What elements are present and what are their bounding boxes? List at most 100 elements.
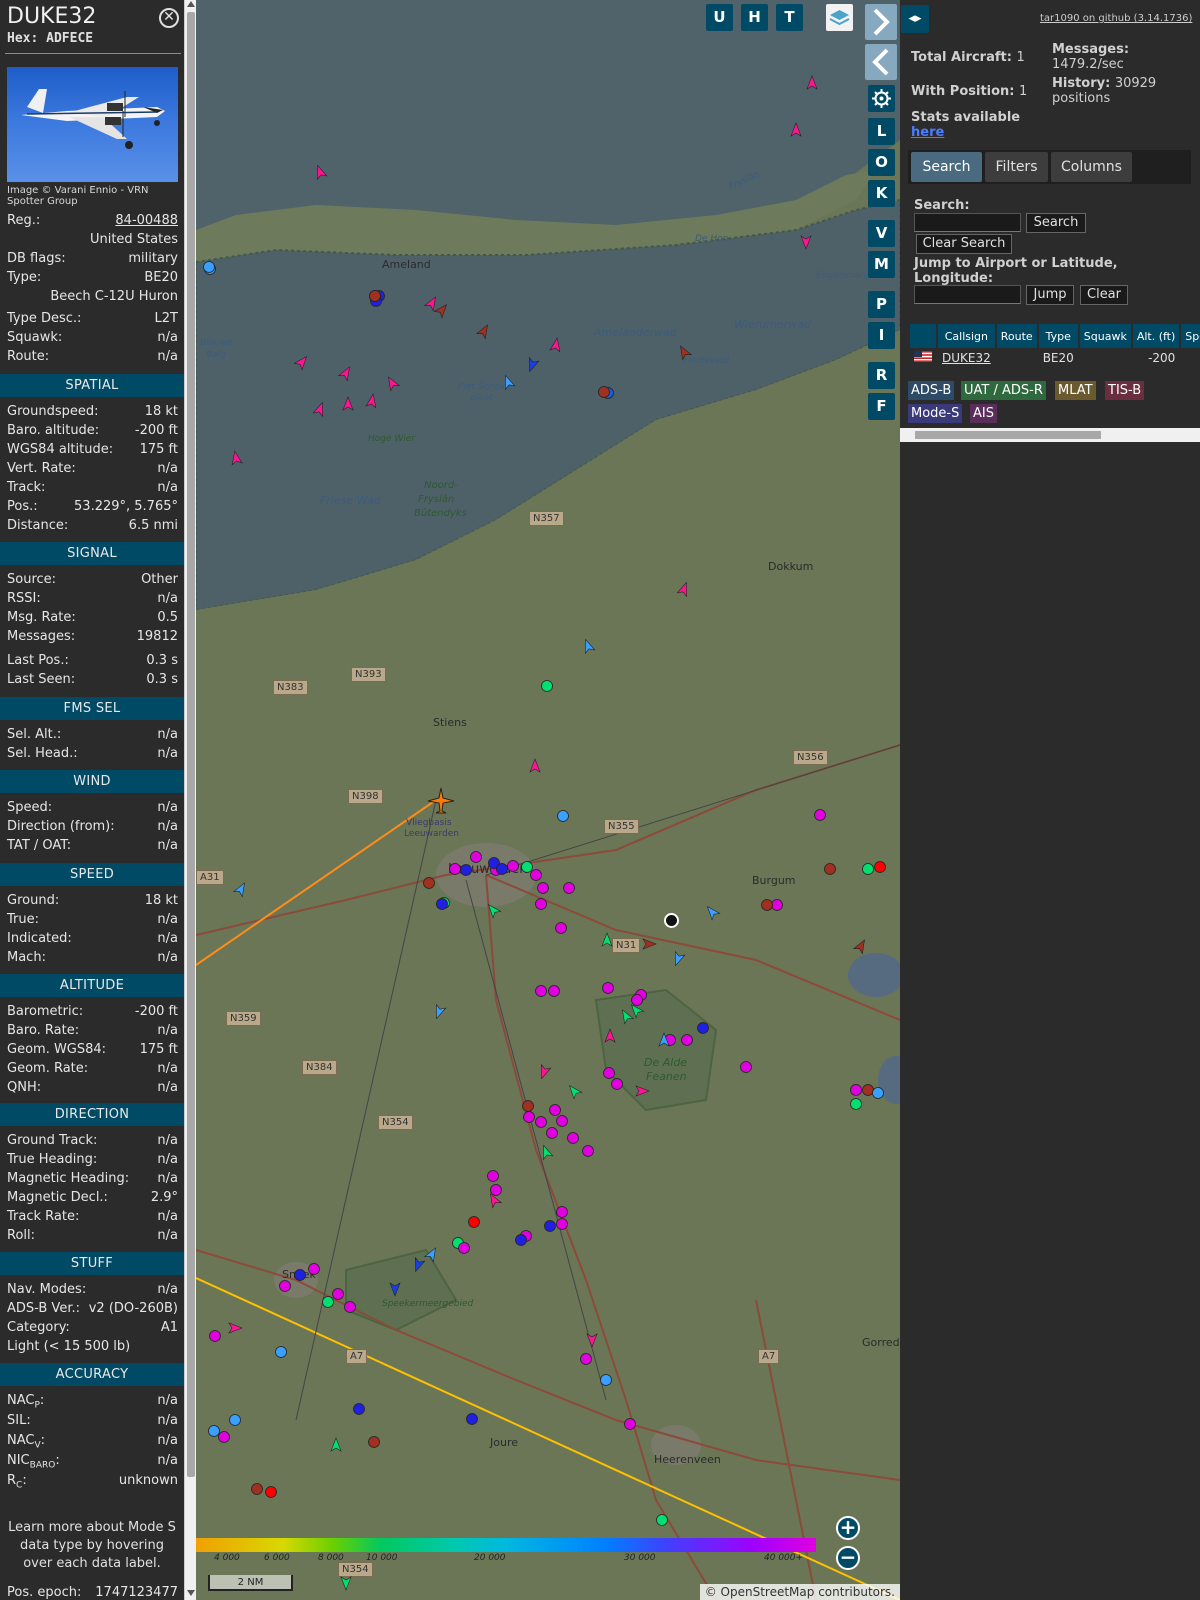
aircraft-marker-icon[interactable] (496, 863, 508, 875)
aircraft-arrow-icon[interactable] (230, 450, 243, 466)
aircraft-arrow-icon[interactable] (704, 903, 721, 921)
aircraft-markers-layer[interactable] (196, 0, 900, 1600)
aircraft-marker-icon[interactable] (598, 386, 610, 398)
aircraft-marker-icon[interactable] (487, 1170, 499, 1182)
aircraft-marker-icon[interactable] (322, 1296, 334, 1308)
aircraft-marker-icon[interactable] (850, 1084, 862, 1096)
aircraft-marker-icon[interactable] (449, 863, 461, 875)
toggle-r-button[interactable]: R (868, 362, 895, 389)
aircraft-marker-icon[interactable] (862, 863, 874, 875)
aircraft-arrow-icon[interactable] (581, 638, 596, 655)
aircraft-marker-icon[interactable] (490, 1184, 502, 1196)
aircraft-arrow-icon[interactable] (676, 581, 691, 598)
source-chip[interactable]: TIS-B (1105, 381, 1145, 400)
aircraft-marker-icon[interactable] (521, 861, 533, 873)
aircraft-marker-icon[interactable] (275, 1346, 287, 1358)
aircraft-marker-icon[interactable] (537, 882, 549, 894)
selected-aircraft-icon[interactable] (426, 786, 456, 816)
aircraft-arrow-icon[interactable] (642, 938, 657, 950)
aircraft-arrow-icon[interactable] (485, 901, 502, 919)
aircraft-marker-icon[interactable] (556, 1115, 568, 1127)
aircraft-marker-icon[interactable] (507, 860, 519, 872)
aircraft-marker-icon[interactable] (681, 1034, 693, 1046)
aircraft-arrow-icon[interactable] (676, 343, 693, 361)
toggle-k-button[interactable]: K (868, 180, 895, 207)
aircraft-marker-icon[interactable] (602, 982, 614, 994)
aircraft-marker-icon[interactable] (771, 899, 783, 911)
aircraft-marker-icon[interactable] (294, 1269, 306, 1281)
aircraft-marker-icon[interactable] (549, 1104, 561, 1116)
col-route[interactable]: Route (996, 324, 1037, 348)
aircraft-arrow-icon[interactable] (384, 374, 401, 392)
tab-filters[interactable]: Filters (985, 152, 1048, 182)
jump-button[interactable]: Jump (1026, 285, 1074, 305)
toggle-l-button[interactable]: L (868, 118, 895, 145)
aircraft-marker-icon[interactable] (761, 899, 773, 911)
row-callsign[interactable]: DUKE32 (938, 349, 995, 367)
aircraft-marker-icon[interactable] (872, 1087, 884, 1099)
aircraft-marker-icon[interactable] (332, 1288, 344, 1300)
aircraft-marker-icon[interactable] (580, 1353, 592, 1365)
aircraft-marker-icon[interactable] (423, 877, 435, 889)
aircraft-arrow-icon[interactable] (586, 1333, 598, 1348)
aircraft-marker-icon[interactable] (548, 985, 560, 997)
aircraft-marker-icon[interactable] (697, 1022, 709, 1034)
aircraft-marker-icon[interactable] (344, 1301, 356, 1313)
aircraft-arrow-icon[interactable] (601, 932, 613, 947)
source-chip[interactable]: UAT / ADS-R (961, 381, 1046, 400)
toggle-o-button[interactable]: O (868, 149, 895, 176)
aircraft-marker-icon[interactable] (824, 863, 836, 875)
aircraft-arrow-icon[interactable] (232, 880, 249, 898)
aircraft-arrow-icon[interactable] (330, 1437, 342, 1452)
col-speed[interactable]: Spd. (1181, 324, 1200, 348)
aircraft-marker-icon[interactable] (353, 1403, 365, 1415)
aircraft-marker-icon[interactable] (522, 1100, 534, 1112)
aircraft-marker-icon[interactable] (603, 1067, 615, 1079)
aircraft-arrow-icon[interactable] (411, 1256, 426, 1274)
zoom-in-button[interactable]: + (836, 1516, 860, 1540)
map-view[interactable]: Ameland Amelanderwad Wierumerwad Friese … (196, 0, 900, 1600)
aircraft-marker-icon[interactable] (631, 994, 643, 1006)
aircraft-arrow-icon[interactable] (618, 1007, 635, 1025)
aircraft-marker-icon[interactable] (582, 1145, 594, 1157)
table-row[interactable]: DUKE32 BE20 -200 (910, 349, 1200, 367)
toggle-v-button[interactable]: V (868, 220, 895, 247)
aircraft-arrow-icon[interactable] (313, 164, 328, 181)
toggle-m-button[interactable]: M (868, 251, 895, 278)
aircraft-arrow-icon[interactable] (433, 301, 450, 319)
source-chip[interactable]: Mode-S (908, 404, 963, 423)
aircraft-arrow-icon[interactable] (389, 1282, 401, 1297)
layers-icon[interactable] (826, 4, 853, 31)
aircraft-marker-icon[interactable] (535, 1116, 547, 1128)
aircraft-arrow-icon[interactable] (671, 950, 686, 968)
aircraft-marker-icon[interactable] (265, 1486, 277, 1498)
aircraft-arrow-icon[interactable] (800, 235, 812, 250)
chevron-right-icon[interactable] (865, 4, 897, 40)
aircraft-arrow-icon[interactable] (852, 937, 869, 955)
tab-columns[interactable]: Columns (1051, 152, 1132, 182)
osm-link[interactable]: OpenStreetMap (721, 1585, 815, 1599)
aircraft-marker-icon[interactable] (229, 1414, 241, 1426)
aircraft-marker-icon[interactable] (279, 1280, 291, 1292)
scroll-down-arrow[interactable] (187, 1590, 195, 1596)
toggle-p-button[interactable]: P (868, 291, 895, 318)
aircraft-photo[interactable] (7, 67, 178, 182)
toggle-f-button[interactable]: F (868, 393, 895, 420)
table-hscrollbar[interactable] (900, 428, 1200, 442)
aircraft-arrow-icon[interactable] (806, 75, 818, 90)
source-chip[interactable]: AIS (970, 404, 997, 423)
aircraft-marker-icon[interactable] (555, 922, 567, 934)
sidebar-scroll-thumb[interactable] (187, 12, 195, 1477)
aircraft-marker-icon[interactable] (251, 1483, 263, 1495)
aircraft-marker-icon[interactable] (530, 869, 542, 881)
aircraft-marker-icon[interactable] (470, 851, 482, 863)
aircraft-marker-icon[interactable] (556, 1218, 568, 1230)
gear-icon[interactable] (868, 85, 895, 112)
aircraft-marker-icon[interactable] (556, 1206, 568, 1218)
aircraft-marker-icon[interactable] (541, 680, 553, 692)
aircraft-marker-icon[interactable] (535, 898, 547, 910)
aircraft-arrow-icon[interactable] (549, 337, 562, 353)
col-squawk[interactable]: Squawk (1079, 324, 1131, 348)
toggle-u-button[interactable]: U (706, 4, 733, 31)
aircraft-arrow-icon[interactable] (423, 294, 440, 312)
